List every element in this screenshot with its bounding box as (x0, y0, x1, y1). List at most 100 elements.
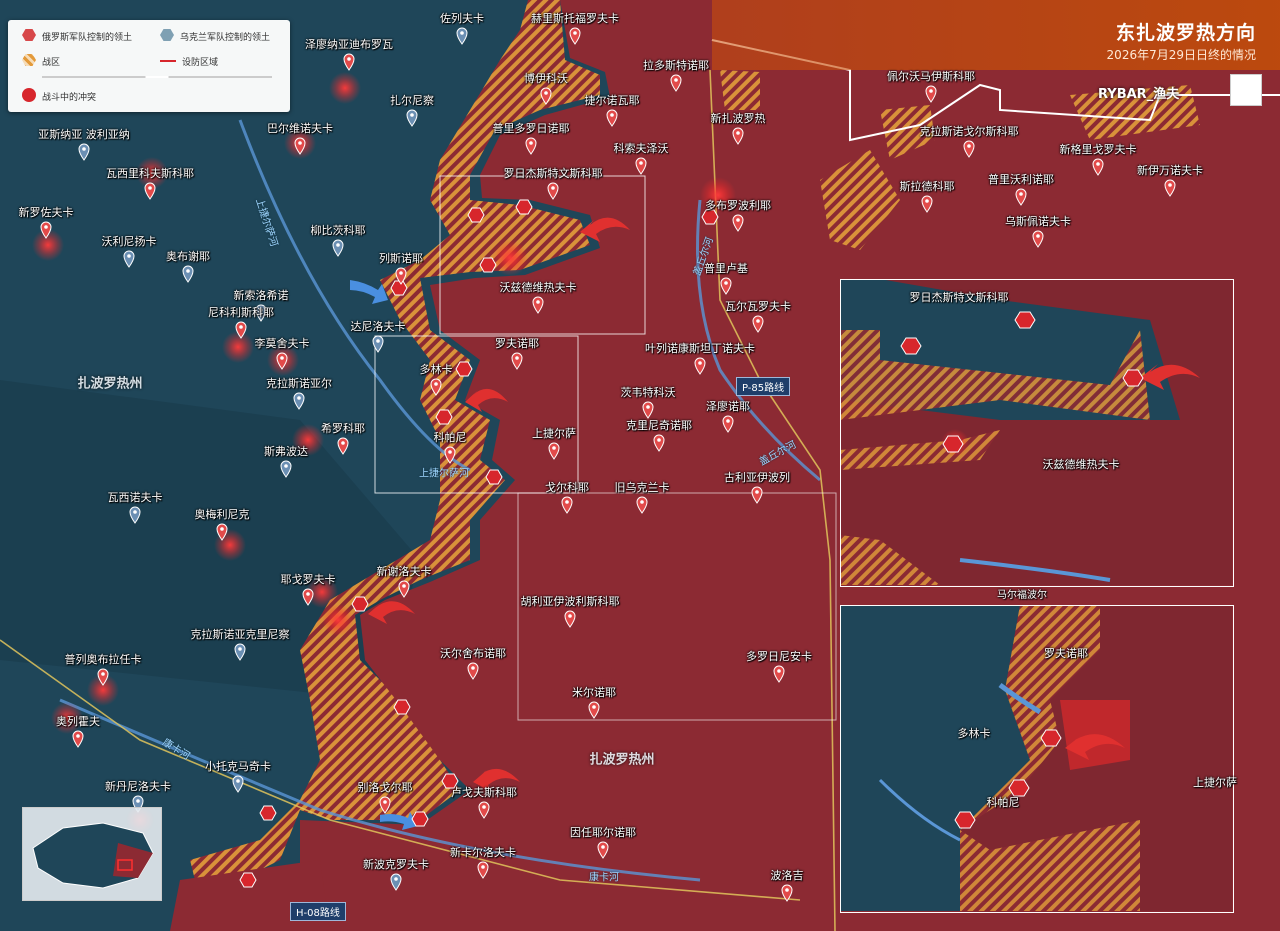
place-pin-dot (220, 527, 224, 531)
ukraine-minimap (22, 807, 162, 901)
page-title: 东扎波罗热方向 (1115, 22, 1256, 44)
place-label: 古利亚伊波列 (724, 471, 790, 484)
place-pin-dot (592, 705, 596, 709)
place-label: 佩尔沃马伊斯科耶 (887, 70, 975, 83)
place-label: 达尼洛夫卡 (350, 320, 406, 333)
place-pin-dot (341, 441, 345, 445)
legend-battle-zone-label: 战区 (42, 58, 61, 68)
place-label: 普里多罗日诺耶 (492, 122, 570, 135)
place-label: 罗日杰斯特文斯科耶 (503, 167, 603, 180)
place-label: 普列奥布拉任卡 (64, 653, 142, 666)
place-pin-dot (76, 734, 80, 738)
place-label: 茨韦特科沃 (620, 386, 676, 399)
place-pin-dot (1036, 234, 1040, 238)
place-pin-dot (1019, 192, 1023, 196)
inset-bottom-place-label: 多林卡 (957, 727, 991, 740)
place-pin-dot (336, 243, 340, 247)
place-label: 普里沃利诺耶 (988, 173, 1054, 186)
place-label: 泽廖纳亚迪布罗瓦 (305, 38, 393, 51)
battle-zone-ne-4 (720, 70, 760, 110)
place-label: 尼科利斯科耶 (208, 306, 274, 319)
place-label: 普里卢基 (704, 262, 748, 275)
place-label: 旧乌克兰卡 (614, 481, 670, 494)
place-label: 沃兹德维热夫卡 (499, 281, 577, 294)
place-pin-dot (736, 131, 740, 135)
place-pin-dot (529, 141, 533, 145)
place-label: 亚斯纳亚 波利亚纳 (38, 128, 130, 141)
place-label: 克拉斯诺亚尔 (266, 377, 332, 390)
region-label-south: 扎波罗热州 (589, 752, 655, 768)
inset-top-place-label: 沃兹德维热夫卡 (1042, 458, 1120, 471)
river-label-konka-2: 康卡河 (589, 872, 619, 884)
place-pin-dot (284, 464, 288, 468)
place-label: 泽廖诺耶 (706, 400, 750, 413)
place-pin-dot (82, 147, 86, 151)
place-label: 多布罗波利耶 (705, 199, 771, 212)
place-pin-dot (515, 356, 519, 360)
place-pin-dot (726, 419, 730, 423)
place-label: 新罗佐夫卡 (18, 206, 74, 219)
place-label: 瓦西诺夫卡 (107, 491, 163, 504)
road-label-h08: H-08路线 (290, 902, 346, 921)
place-label: 乌斯佩诺夫卡 (1005, 215, 1071, 228)
place-label: 多林卡 (419, 363, 453, 376)
place-label: 克拉斯诺戈尔斯科耶 (919, 125, 1019, 138)
place-label: 叶列诺康斯坦丁诺夫卡 (645, 342, 755, 355)
qr-code-icon (1230, 74, 1262, 106)
inset-top-place-label: 罗日杰斯特文斯科耶 (909, 291, 1009, 304)
inset-bottom-place-label: 上捷尔萨 (1193, 776, 1237, 789)
place-label: 罗夫诺耶 (495, 337, 539, 350)
place-pin-dot (399, 271, 403, 275)
inset-caption: 马尔福波尔 (997, 590, 1047, 601)
place-label: 巴尔维诺夫卡 (267, 122, 333, 135)
place-label: 柳比茨科耶 (310, 224, 366, 237)
place-pin-dot (136, 799, 140, 803)
region-label-west: 扎波罗热州 (77, 376, 143, 392)
place-label: 别洛戈尔耶 (357, 781, 413, 794)
place-label: 博伊科沃 (524, 72, 568, 85)
place-pin-dot (306, 592, 310, 596)
place-label: 斯弗波达 (264, 445, 308, 458)
place-label: 卢戈夫斯科耶 (451, 786, 517, 799)
legend-russian-label: 俄罗斯军队控制的领土 (42, 33, 133, 43)
place-label: 瓦西里科夫斯科耶 (106, 167, 194, 180)
place-pin-dot (448, 450, 452, 454)
place-pin-dot (640, 500, 644, 504)
legend-defense-swatch (160, 60, 176, 62)
place-label: 新索洛希诺 (233, 289, 289, 302)
place-pin-dot (410, 113, 414, 117)
legend-ukrainian-swatch (160, 29, 174, 41)
place-pin-dot (925, 199, 929, 203)
place-label: 克拉斯诺亚克里尼察 (190, 628, 290, 641)
place-label: 新伊万诺夫卡 (1137, 164, 1203, 177)
place-pin-dot (402, 584, 406, 588)
place-label: 米尔诺耶 (572, 686, 616, 699)
place-pin-dot (639, 161, 643, 165)
place-pin-dot (646, 405, 650, 409)
place-pin-dot (127, 254, 131, 258)
place-pin-dot (482, 805, 486, 809)
place-label: 扎尔尼察 (390, 94, 434, 107)
map-legend: 俄罗斯军队控制的领土 乌克兰军队控制的领土 战区 设防区域 战斗中的冲突 (8, 20, 290, 112)
inset-bottom-place-label: 罗夫诺耶 (1044, 647, 1088, 660)
inset-top-frame (840, 279, 1234, 587)
legend-defense-label: 设防区域 (182, 58, 219, 68)
place-pin-dot (568, 614, 572, 618)
place-pin-dot (601, 845, 605, 849)
place-label: 小托克马奇卡 (205, 760, 271, 773)
place-pin-dot (280, 356, 284, 360)
place-pin-dot (394, 877, 398, 881)
place-pin-dot (544, 91, 548, 95)
place-pin-dot (101, 672, 105, 676)
river-label-upper-tersa-2: 上捷尔萨河 (419, 468, 469, 480)
place-pin-dot (460, 31, 464, 35)
place-pin-dot (674, 78, 678, 82)
place-label: 拉多斯特诺耶 (643, 59, 709, 72)
place-pin-dot (777, 669, 781, 673)
place-label: 瓦尔瓦罗夫卡 (725, 300, 791, 313)
place-label: 戈尔科耶 (545, 481, 589, 494)
place-label: 胡利亚伊波利斯科耶 (520, 595, 620, 608)
map-stage: 东扎波罗热方向 2026年7月29日日终的情况 RYBAR_渔夫 俄罗斯军队控制… (0, 0, 1280, 931)
place-pin-dot (239, 325, 243, 329)
place-label: 多罗日尼安卡 (746, 650, 812, 663)
